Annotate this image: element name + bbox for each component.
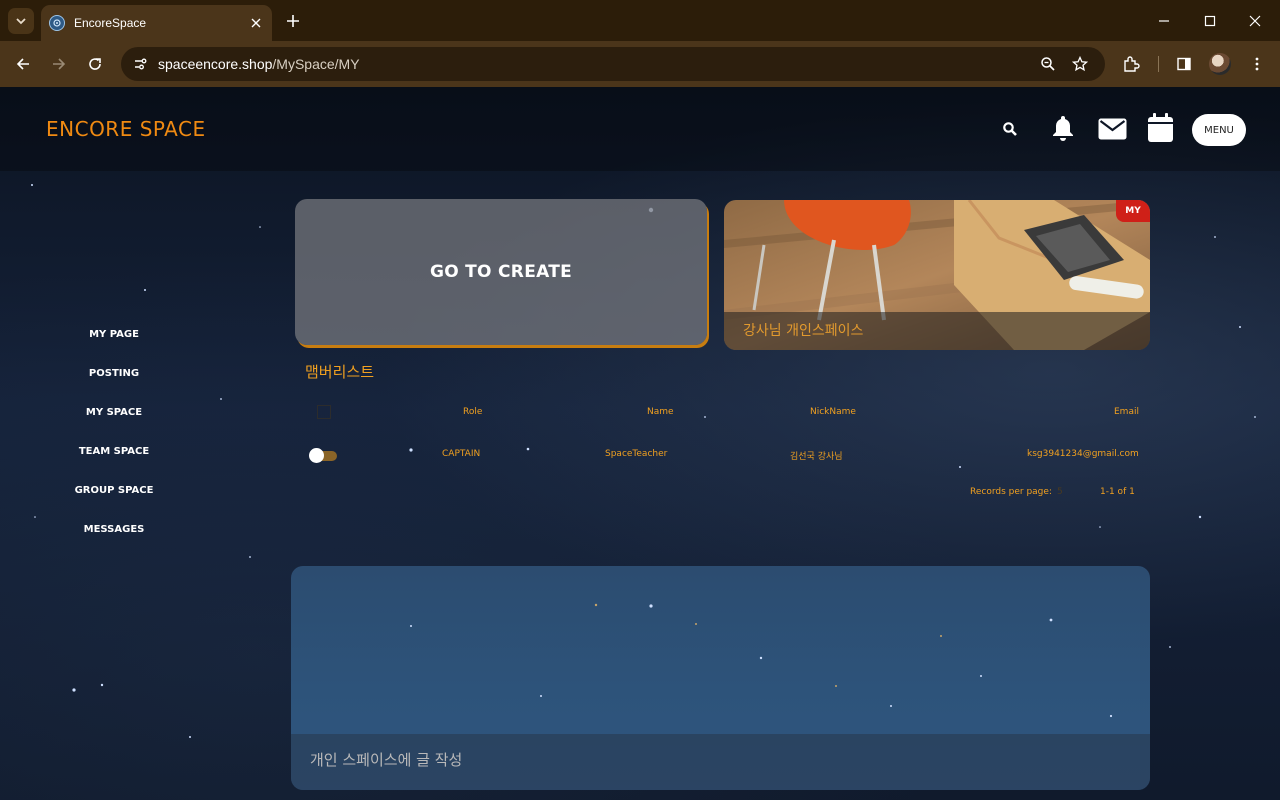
browser-tab[interactable]: EncoreSpace <box>41 5 272 41</box>
space-card[interactable]: MY 강사님 개인스페이스 <box>724 200 1150 350</box>
create-card-label: GO TO CREATE <box>429 262 573 282</box>
zoom-icon[interactable] <box>1037 53 1059 75</box>
plus-icon[interactable] <box>282 10 304 32</box>
table-footer: Records per page: 5 1-1 of 1 <box>305 485 1145 505</box>
column-header-role[interactable]: Role <box>463 407 482 417</box>
url-path: /MySpace/MY <box>272 56 360 72</box>
close-icon[interactable] <box>248 15 264 31</box>
toolbar-divider <box>1158 56 1159 72</box>
sidebar-item-my-page[interactable]: MY PAGE <box>40 327 188 366</box>
site-logo[interactable]: ENCORE SPACE <box>46 117 206 141</box>
records-per-page-select[interactable]: 5 <box>1057 487 1063 497</box>
star-icon[interactable] <box>1069 53 1091 75</box>
members-table: Role Name NickName Email CAPTAIN SpaceTe… <box>305 397 1145 481</box>
profile-avatar[interactable] <box>1209 53 1231 75</box>
browser-toolbar: spaceencore.shop/MySpace/MY <box>0 41 1280 87</box>
column-header-email[interactable]: Email <box>1114 407 1139 417</box>
mail-icon[interactable] <box>1097 116 1127 142</box>
more-menu-icon[interactable] <box>1244 51 1270 77</box>
toggle-knob <box>309 448 324 463</box>
menu-button[interactable]: MENU <box>1192 114 1246 146</box>
url-text: spaceencore.shop/MySpace/MY <box>158 56 360 72</box>
sidebar-nav: MY PAGE POSTING MY SPACE TEAM SPACE GROU… <box>40 327 188 561</box>
maximize-icon[interactable] <box>1197 8 1223 34</box>
address-bar[interactable]: spaceencore.shop/MySpace/MY <box>121 47 1105 81</box>
forward-icon[interactable] <box>46 51 72 77</box>
reload-icon[interactable] <box>82 51 108 77</box>
favicon-icon <box>49 15 65 31</box>
post-write-caption: 개인 스페이스에 글 작성 <box>291 734 1150 790</box>
post-write-panel[interactable]: 개인 스페이스에 글 작성 <box>291 566 1150 790</box>
cell-role: CAPTAIN <box>442 449 481 459</box>
go-to-create-card[interactable]: GO TO CREATE <box>295 199 707 345</box>
members-title: 맴버리스트 <box>305 363 375 381</box>
cell-email: ksg3941234@gmail.com <box>1027 449 1139 459</box>
my-badge: MY <box>1116 200 1150 222</box>
column-header-name[interactable]: Name <box>647 407 674 417</box>
space-card-caption: 강사님 개인스페이스 <box>724 312 1150 350</box>
site-info-icon[interactable] <box>128 52 152 76</box>
tab-title: EncoreSpace <box>74 16 147 30</box>
minimize-icon[interactable] <box>1151 8 1177 34</box>
bell-icon[interactable] <box>1049 113 1077 143</box>
select-all-checkbox[interactable] <box>317 405 331 419</box>
back-icon[interactable] <box>10 51 36 77</box>
sidebar-item-team-space[interactable]: TEAM SPACE <box>40 444 188 483</box>
page-content: ENCORE SPACE MENU MY PAGE POSTING MY SPA… <box>0 87 1280 800</box>
cell-name: SpaceTeacher <box>605 449 668 459</box>
member-toggle[interactable] <box>309 448 337 463</box>
extensions-icon[interactable] <box>1118 51 1144 77</box>
side-panel-icon[interactable] <box>1171 51 1197 77</box>
sidebar-item-posting[interactable]: POSTING <box>40 366 188 405</box>
table-row: CAPTAIN SpaceTeacher 김선국 강사님 ksg3941234@… <box>305 439 1145 481</box>
search-icon[interactable] <box>1001 120 1019 138</box>
browser-tab-bar: EncoreSpace <box>0 0 1280 41</box>
pagination-range: 1-1 of 1 <box>1100 487 1135 497</box>
sidebar-item-group-space[interactable]: GROUP SPACE <box>40 483 188 522</box>
records-per-page-label: Records per page: <box>970 487 1052 497</box>
column-header-nickname[interactable]: NickName <box>810 407 856 417</box>
url-host: spaceencore.shop <box>158 56 273 72</box>
sidebar-item-my-space[interactable]: MY SPACE <box>40 405 188 444</box>
tab-search-icon[interactable] <box>8 8 34 34</box>
calendar-icon[interactable] <box>1146 112 1174 144</box>
sidebar-item-messages[interactable]: MESSAGES <box>40 522 188 561</box>
close-window-icon[interactable] <box>1242 8 1268 34</box>
site-header: ENCORE SPACE MENU <box>0 87 1280 171</box>
cell-nickname: 김선국 강사님 <box>790 452 843 462</box>
table-header-row: Role Name NickName Email <box>305 397 1145 439</box>
